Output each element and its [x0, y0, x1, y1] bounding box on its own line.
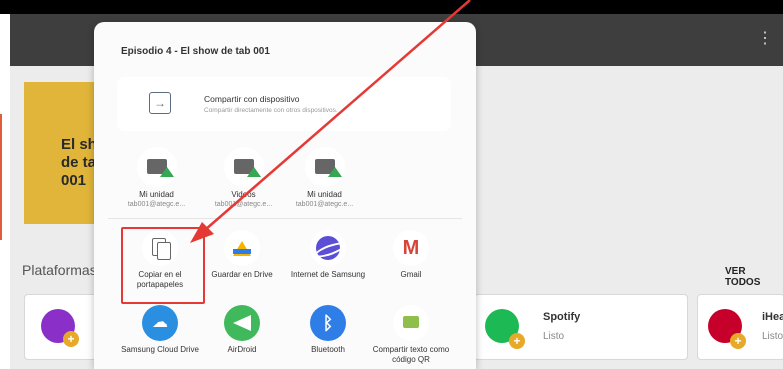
- app-airdroid[interactable]: AirDroid: [201, 305, 283, 355]
- airdroid-icon: [224, 305, 260, 341]
- divider: [108, 218, 462, 219]
- platform-name: iHeart: [762, 311, 783, 323]
- folder-name: Mi unidad: [139, 190, 174, 199]
- samsung-cloud-icon: ☁: [142, 305, 178, 341]
- top-black-band: [0, 0, 783, 14]
- screen: ⋮ El show de tab 001 Plataformas VER TOD…: [0, 0, 783, 369]
- share-device-icon: →: [149, 92, 171, 114]
- app-label: Internet de Samsung: [290, 270, 366, 279]
- left-edge-marker: [0, 114, 2, 240]
- app-share-as-qr[interactable]: Compartir texto como código QR: [370, 305, 452, 365]
- see-all-link[interactable]: VER TODOS: [725, 266, 783, 288]
- platform-status: Listo: [543, 331, 565, 342]
- platforms-section-title: Plataformas: [22, 262, 97, 278]
- share-device-subtitle: Compartir directamente con otros disposi…: [204, 107, 338, 114]
- platform-card-spotify[interactable]: + Spotify Listo: [474, 294, 688, 360]
- plus-badge-icon: +: [509, 333, 525, 349]
- app-bluetooth[interactable]: ᛒ Bluetooth: [287, 305, 369, 355]
- drive-target-videos[interactable]: Videos tab001@ategc.e...: [206, 147, 281, 209]
- share-device-title: Compartir con dispositivo: [204, 94, 300, 104]
- drive-target-mi-unidad-2[interactable]: Mi unidad tab001@ategc.e...: [287, 147, 362, 209]
- app-label: Bluetooth: [311, 345, 345, 354]
- share-sheet: Episodio 4 - El show de tab 001 → Compar…: [94, 22, 476, 369]
- folder-icon: [223, 147, 264, 187]
- share-with-device-option[interactable]: → Compartir con dispositivo Compartir di…: [117, 77, 451, 131]
- overflow-menu-icon[interactable]: ⋮: [757, 30, 773, 48]
- qr-code-icon: [393, 305, 429, 341]
- app-label: AirDroid: [227, 345, 257, 354]
- platform-status: Listo: [762, 331, 783, 342]
- folder-account: tab001@ategc.e...: [214, 201, 273, 208]
- share-sheet-title: Episodio 4 - El show de tab 001: [121, 46, 270, 57]
- google-drive-icon: [224, 230, 260, 266]
- folder-account: tab001@ategc.e...: [127, 201, 186, 208]
- app-samsung-internet[interactable]: Internet de Samsung: [287, 230, 369, 280]
- folder-icon: [304, 147, 345, 187]
- folder-name: Videos: [231, 190, 256, 199]
- plus-badge-icon: +: [730, 333, 746, 349]
- drive-target-mi-unidad[interactable]: Mi unidad tab001@ategc.e...: [119, 147, 194, 209]
- app-gmail[interactable]: M Gmail: [370, 230, 452, 280]
- folder-icon: [136, 147, 177, 187]
- platform-card-podcasts[interactable]: +: [24, 294, 100, 360]
- platform-card-iheart[interactable]: + iHeart Listo: [697, 294, 783, 360]
- folder-account: tab001@ategc.e...: [295, 201, 354, 208]
- bluetooth-icon: ᛒ: [310, 305, 346, 341]
- app-save-to-drive[interactable]: Guardar en Drive: [201, 230, 283, 280]
- app-label: Samsung Cloud Drive: [121, 345, 199, 354]
- app-label: Gmail: [400, 270, 422, 279]
- app-samsung-cloud-drive[interactable]: ☁ Samsung Cloud Drive: [119, 305, 201, 355]
- samsung-internet-icon: [310, 230, 346, 266]
- app-label: Guardar en Drive: [211, 270, 273, 279]
- plus-badge-icon: +: [63, 331, 79, 347]
- platform-name: Spotify: [543, 311, 581, 323]
- gmail-icon: M: [393, 230, 429, 266]
- folder-name: Mi unidad: [307, 190, 342, 199]
- annotation-highlight-box: [121, 227, 205, 304]
- app-label: Compartir texto como código QR: [372, 345, 450, 364]
